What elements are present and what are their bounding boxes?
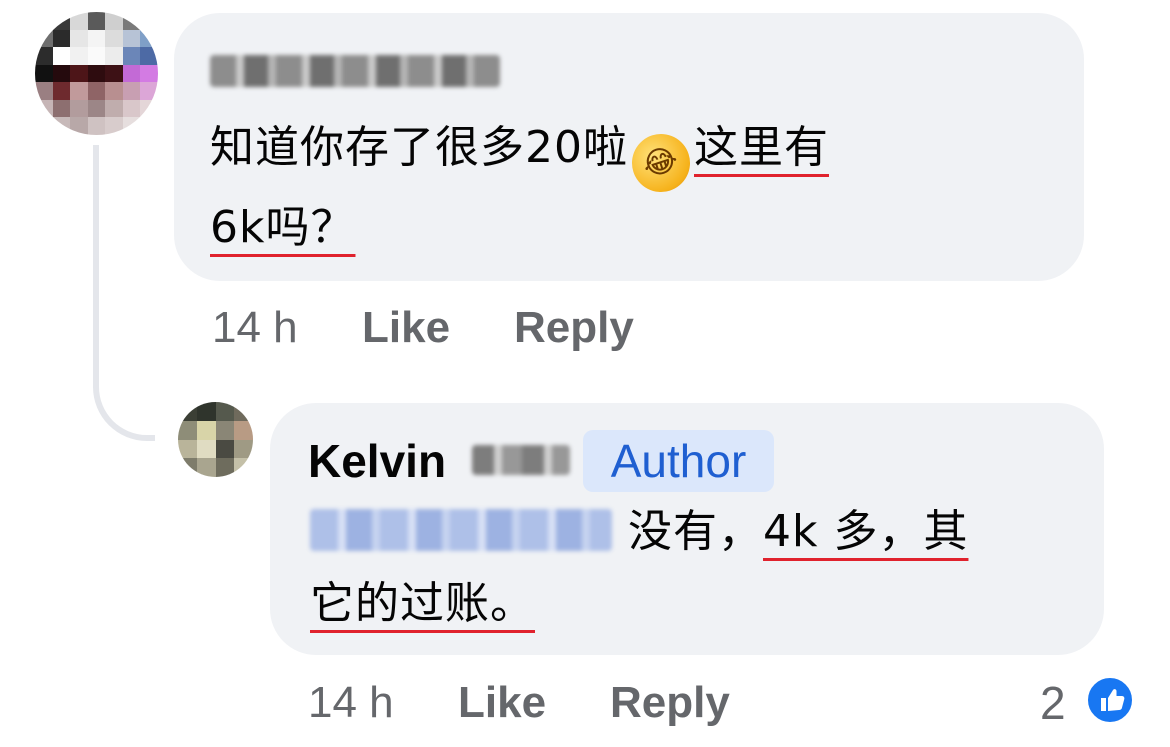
comment-text-highlight: 这里有 (694, 122, 829, 173)
comment-text-highlight-2: 6k吗？ (210, 202, 356, 253)
comment-timestamp[interactable]: 14 h (212, 300, 298, 356)
reply-reply-button[interactable]: Reply (610, 675, 730, 731)
rolling-on-floor-laughing-icon: 😂 (624, 126, 698, 200)
reply-label: Reply (610, 678, 730, 727)
comment-thread: 知道你存了很多20啦 😂 这里有 6k吗？ 14 h Like Reply Kelvi… (0, 0, 1170, 747)
reply-author-name[interactable]: Kelvin (308, 432, 446, 490)
avatar[interactable] (35, 12, 158, 135)
reply-text-part: 没有， (628, 506, 763, 557)
reply-text-highlight: 4k 多，其 (763, 506, 969, 557)
like-label: Like (362, 303, 451, 352)
reply-author-lastname-blurred[interactable] (472, 445, 570, 475)
commenter-name-blurred[interactable] (210, 55, 500, 87)
thumbs-up-icon[interactable] (1085, 675, 1135, 725)
reply-avatar[interactable] (178, 402, 253, 477)
reply-label: Reply (514, 303, 634, 352)
like-label: Like (458, 678, 547, 727)
author-badge: Author (583, 430, 774, 492)
thread-connector-line (93, 145, 155, 441)
reply-text-line2: 它的过账。 (310, 568, 710, 640)
like-button[interactable]: Like (362, 300, 450, 356)
reply-button[interactable]: Reply (514, 300, 634, 356)
mention-tag-blurred[interactable] (310, 509, 612, 551)
comment-text-part: 知道你存了很多20啦 (210, 122, 628, 173)
reaction-count[interactable]: 2 (1040, 675, 1066, 731)
reply-text-highlight-2: 它的过账 (310, 578, 490, 629)
reply-like-button[interactable]: Like (458, 675, 546, 731)
reply-timestamp[interactable]: 14 h (308, 675, 394, 731)
comment-text: 知道你存了很多20啦 😂 这里有 6k吗？ (210, 112, 1070, 264)
reply-text: 没有，4k 多，其 (628, 496, 1088, 568)
reply-text-end: 。 (490, 578, 535, 629)
